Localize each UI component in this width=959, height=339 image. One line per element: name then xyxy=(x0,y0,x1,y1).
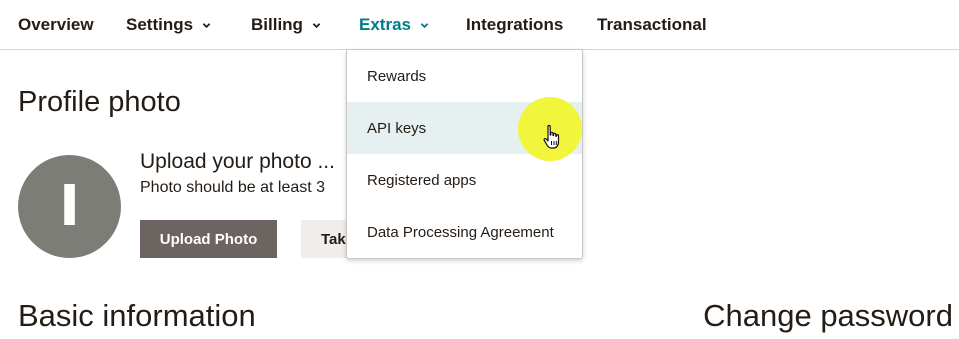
top-nav: Overview Settings Billing Extras Integra… xyxy=(0,0,959,50)
avatar-initial: I xyxy=(59,173,80,239)
nav-settings[interactable]: Settings xyxy=(126,14,211,36)
menu-item-label: Rewards xyxy=(367,67,427,85)
menu-item-label: Registered apps xyxy=(367,171,477,189)
menu-item-registered-apps[interactable]: Registered apps xyxy=(347,154,582,206)
basic-information-heading: Basic information xyxy=(18,298,256,333)
avatar: I xyxy=(18,155,121,258)
nav-overview[interactable]: Overview xyxy=(18,14,94,36)
chevron-down-icon xyxy=(420,21,429,30)
hand-pointer-icon xyxy=(542,124,562,150)
nav-label: Transactional xyxy=(597,15,707,34)
menu-item-label: Data Processing Agreement xyxy=(367,223,554,241)
chevron-down-icon xyxy=(312,21,321,30)
profile-photo-heading: Profile photo xyxy=(18,86,181,118)
nav-label: Settings xyxy=(126,15,194,34)
change-password-heading: Change password xyxy=(703,298,953,333)
menu-item-label: API keys xyxy=(367,119,427,137)
nav-label: Overview xyxy=(18,15,94,34)
menu-item-rewards[interactable]: Rewards xyxy=(347,50,582,102)
upload-title: Upload your photo ... xyxy=(140,150,335,173)
nav-label: Billing xyxy=(251,15,303,34)
upload-hint: Photo should be at least 3 xyxy=(140,179,326,196)
nav-label: Extras xyxy=(359,15,411,34)
nav-label: Integrations xyxy=(466,15,564,34)
chevron-down-icon xyxy=(202,21,211,30)
nav-integrations[interactable]: Integrations xyxy=(466,14,563,36)
nav-billing[interactable]: Billing xyxy=(251,14,321,36)
nav-extras[interactable]: Extras xyxy=(359,14,429,36)
menu-item-data-processing-agreement[interactable]: Data Processing Agreement xyxy=(347,206,582,258)
nav-transactional[interactable]: Transactional xyxy=(597,14,707,36)
upload-photo-button[interactable]: Upload Photo xyxy=(140,220,277,258)
